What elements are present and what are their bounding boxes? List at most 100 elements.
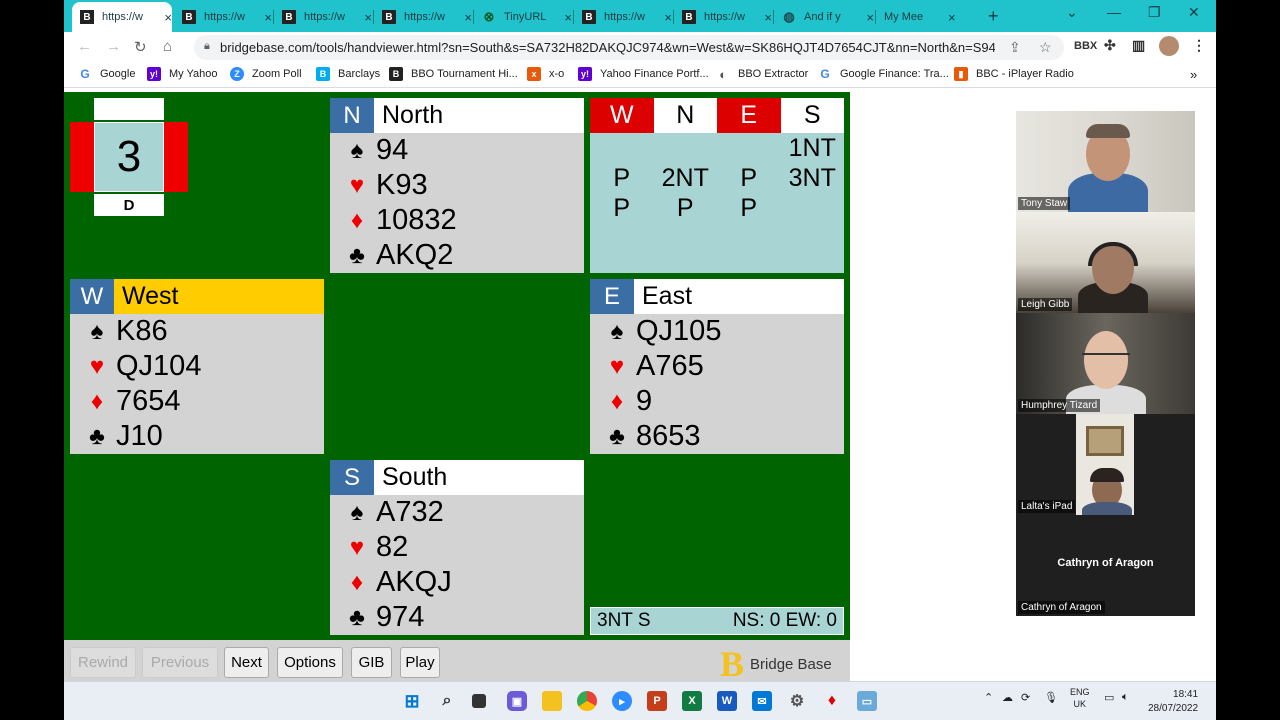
next-button[interactable]: Next <box>224 647 269 678</box>
close-tab-icon[interactable]: × <box>464 10 472 25</box>
tab-search-icon[interactable]: ⌄ <box>1066 4 1078 21</box>
card-holding[interactable]: AKQJ <box>376 566 452 599</box>
close-tab-icon[interactable]: × <box>664 10 672 25</box>
close-tab-icon[interactable]: × <box>164 10 172 25</box>
side-panel-icon[interactable]: ▥ <box>1132 37 1145 54</box>
microphone-icon[interactable]: 🎙︎ <box>1044 691 1058 704</box>
clock[interactable]: 18:41 28/07/2022 <box>1148 688 1198 716</box>
participant-name: Tony Staw <box>1018 197 1071 210</box>
play-button[interactable]: Play <box>400 647 440 678</box>
card-holding[interactable]: 10832 <box>376 204 457 237</box>
bookmarks-overflow-icon[interactable]: » <box>1190 67 1197 82</box>
tray-overflow-icon[interactable]: ⌃ <box>984 691 993 704</box>
extensions-puzzle-icon[interactable]: ✣ <box>1104 37 1116 54</box>
browser-tab[interactable]: B https://w × <box>674 4 772 30</box>
window-close-icon[interactable]: ✕ <box>1188 4 1200 21</box>
video-tile[interactable]: Humphrey Tizard <box>1016 313 1195 414</box>
browser-tab[interactable]: B https://w × <box>174 4 272 30</box>
bookmark-barclays[interactable]: B Barclays <box>316 67 380 81</box>
video-tile[interactable]: Leigh Gibb <box>1016 212 1195 313</box>
solitaire-icon[interactable]: ♦ <box>822 691 842 711</box>
card-holding[interactable]: A732 <box>376 496 444 529</box>
zoom-icon[interactable]: ▸ <box>612 691 632 711</box>
card-holding[interactable]: 974 <box>376 601 424 634</box>
playback-controls: Rewind Previous Next Options GIB Play B … <box>64 640 850 684</box>
close-tab-icon[interactable]: × <box>564 10 572 25</box>
video-tile[interactable]: Tony Staw <box>1016 111 1195 212</box>
back-icon[interactable]: ← <box>77 38 92 55</box>
start-icon[interactable]: ⊞ <box>402 691 422 711</box>
browser-tab[interactable]: B https://w × <box>72 2 172 32</box>
teams-chat-icon[interactable]: ▣ <box>507 691 527 711</box>
language-indicator[interactable]: ENG UK <box>1070 686 1090 710</box>
card-holding[interactable]: QJ105 <box>636 315 721 348</box>
share-icon[interactable]: ⇪ <box>1009 39 1021 56</box>
omnibox[interactable]: 🔒︎ bridgebase.com/tools/handviewer.html?… <box>194 35 1064 60</box>
onedrive-icon[interactable]: ☁ <box>1002 691 1013 704</box>
task-view-icon[interactable] <box>472 694 486 708</box>
excel-icon[interactable]: X <box>682 691 702 711</box>
browser-tab[interactable]: B https://w × <box>274 4 372 30</box>
powerpoint-icon[interactable]: P <box>647 691 667 711</box>
settings-gear-icon[interactable]: ⚙ <box>787 691 807 711</box>
bookmark-google[interactable]: G Google <box>78 67 135 81</box>
close-tab-icon[interactable]: × <box>866 10 874 25</box>
home-icon[interactable]: ⌂ <box>163 38 172 55</box>
close-tab-icon[interactable]: × <box>264 10 272 25</box>
mail-icon[interactable]: ✉ <box>752 691 772 711</box>
restore-icon[interactable]: ❐ <box>1148 4 1161 21</box>
close-tab-icon[interactable]: × <box>364 10 372 25</box>
bookmark-zoom-poll[interactable]: Z Zoom Poll <box>230 67 302 81</box>
bookmark-bbc-iplayer[interactable]: ▮ BBC - iPlayer Radio <box>954 67 1074 81</box>
new-tab-button[interactable]: + <box>988 6 999 27</box>
card-holding[interactable]: AKQ2 <box>376 239 453 272</box>
bbx-extension-icon[interactable]: BBX <box>1074 40 1097 52</box>
card-holding[interactable]: K86 <box>116 315 168 348</box>
network-icon[interactable]: ▭ <box>1104 691 1114 704</box>
chrome-icon[interactable] <box>577 691 597 711</box>
card-holding[interactable]: 82 <box>376 531 408 564</box>
remote-desktop-icon[interactable]: ▭ <box>857 691 877 711</box>
card-holding[interactable]: 7654 <box>116 385 181 418</box>
previous-button[interactable]: Previous <box>142 647 218 678</box>
rewind-button[interactable]: Rewind <box>70 647 136 678</box>
logo-text: Bridge Base <box>750 655 832 673</box>
close-tab-icon[interactable]: × <box>764 10 772 25</box>
browser-tab[interactable]: ⊗ TinyURL × <box>474 4 572 30</box>
card-holding[interactable]: 8653 <box>636 420 701 453</box>
browser-tab[interactable]: ▸ My Mee × <box>876 4 976 30</box>
options-button[interactable]: Options <box>277 647 343 678</box>
minimize-icon[interactable]: — <box>1107 4 1121 20</box>
gib-button[interactable]: GIB <box>351 647 392 678</box>
file-explorer-icon[interactable] <box>542 691 562 711</box>
browser-tab[interactable]: ◍ And if y × <box>774 4 874 30</box>
bookmark-my-yahoo[interactable]: y! My Yahoo <box>147 67 218 81</box>
card-holding[interactable]: 94 <box>376 134 408 167</box>
word-icon[interactable]: W <box>717 691 737 711</box>
card-holding[interactable]: 9 <box>636 385 652 418</box>
bookmark-bbo-extractor[interactable]: ◐ BBO Extractor <box>716 67 808 82</box>
close-tab-icon[interactable]: × <box>948 10 956 25</box>
forward-icon[interactable]: → <box>106 38 121 55</box>
menu-kebab-icon[interactable]: ⋮ <box>1192 37 1206 54</box>
url-text[interactable]: bridgebase.com/tools/handviewer.html?sn=… <box>220 40 995 55</box>
video-tile[interactable]: Lalta's iPad <box>1016 414 1195 515</box>
bookmark-x-o[interactable]: x x-o <box>527 67 564 81</box>
card-holding[interactable]: A765 <box>636 350 704 383</box>
browser-tab[interactable]: B https://w × <box>374 4 472 30</box>
bookmark-google-finance[interactable]: G Google Finance: Tra... <box>818 67 949 81</box>
card-holding[interactable]: J10 <box>116 420 163 453</box>
search-icon[interactable]: ⌕ <box>437 691 457 711</box>
sync-icon[interactable]: ⟳ <box>1021 691 1030 704</box>
heart-icon: ♥ <box>349 171 365 199</box>
volume-icon[interactable]: 🔈︎ <box>1122 691 1129 704</box>
video-tile[interactable]: Cathryn of Aragon Cathryn of Aragon <box>1016 515 1195 616</box>
bookmark-yahoo-finance[interactable]: y! Yahoo Finance Portf... <box>578 67 709 81</box>
bookmark-star-icon[interactable]: ☆ <box>1039 39 1052 56</box>
browser-tab[interactable]: B https://w × <box>574 4 672 30</box>
bookmark-bbo-tournament[interactable]: B BBO Tournament Hi... <box>389 67 518 81</box>
reload-icon[interactable]: ↻ <box>134 38 147 56</box>
card-holding[interactable]: QJ104 <box>116 350 201 383</box>
profile-avatar[interactable] <box>1159 36 1179 56</box>
card-holding[interactable]: K93 <box>376 169 428 202</box>
